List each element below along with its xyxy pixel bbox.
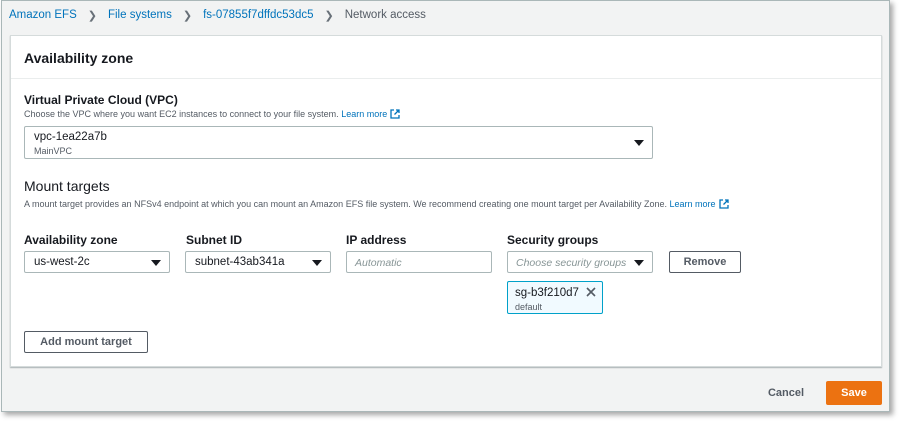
subnet-id-value: subnet-43ab341a — [195, 256, 285, 268]
cancel-button[interactable]: Cancel — [754, 381, 818, 405]
mount-targets-learn-more-label: Learn more — [669, 199, 716, 209]
vpc-label: Virtual Private Cloud (VPC) — [24, 93, 178, 107]
vpc-select-name: MainVPC — [34, 146, 73, 156]
chevron-right-icon: ❯ — [324, 9, 334, 22]
mount-targets-description: A mount target provides an NFSv4 endpoin… — [24, 199, 729, 209]
window-frame: Amazon EFS ❯ File systems ❯ fs-07855f7df… — [1, 0, 890, 412]
chevron-right-icon: ❯ — [87, 9, 97, 22]
security-group-token-description: default — [515, 302, 543, 312]
vpc-description-text: Choose the VPC where you want EC2 instan… — [24, 109, 339, 119]
breadcrumb-current: Network access — [344, 9, 426, 21]
remove-button[interactable]: Remove — [669, 251, 741, 273]
column-availability-zone: Availability zone — [24, 233, 118, 247]
availability-zone-value: us-west-2c — [34, 256, 90, 268]
ip-address-placeholder: Automatic — [355, 257, 402, 269]
add-mount-target-button[interactable]: Add mount target — [24, 331, 148, 353]
mount-targets-description-text: A mount target provides an NFSv4 endpoin… — [24, 199, 668, 209]
vpc-description: Choose the VPC where you want EC2 instan… — [24, 109, 400, 119]
caret-down-icon — [312, 260, 322, 266]
save-button[interactable]: Save — [826, 381, 882, 405]
caret-down-icon — [634, 140, 644, 146]
availability-zone-panel: Availability zone Virtual Private Cloud … — [10, 35, 882, 367]
caret-down-icon — [634, 260, 644, 266]
security-group-token: sg-b3f210d7 default — [507, 281, 603, 314]
vpc-select[interactable]: vpc-1ea22a7b MainVPC — [24, 126, 653, 159]
breadcrumb-amazon-efs[interactable]: Amazon EFS — [9, 9, 77, 21]
chevron-right-icon: ❯ — [182, 9, 193, 22]
external-link-icon — [718, 199, 729, 209]
breadcrumb-file-system-id[interactable]: fs-07855f7dffdc53dc5 — [203, 9, 313, 21]
close-icon[interactable] — [585, 286, 597, 298]
column-subnet-id: Subnet ID — [186, 233, 242, 247]
security-group-token-name: sg-b3f210d7 — [515, 287, 579, 299]
mount-targets-title: Mount targets — [24, 178, 110, 194]
column-ip-address: IP address — [346, 233, 407, 247]
column-security-groups: Security groups — [507, 233, 599, 247]
breadcrumb-file-systems[interactable]: File systems — [108, 9, 172, 21]
external-link-icon — [390, 109, 400, 119]
vpc-select-value: vpc-1ea22a7b — [34, 131, 107, 143]
mount-targets-learn-more-link[interactable]: Learn more — [670, 199, 729, 209]
vpc-learn-more-link[interactable]: Learn more — [341, 109, 400, 119]
caret-down-icon — [151, 260, 161, 266]
panel-title: Availability zone — [11, 36, 881, 79]
availability-zone-select[interactable]: us-west-2c — [24, 251, 170, 273]
security-groups-placeholder: Choose security groups — [516, 257, 627, 269]
vpc-learn-more-label: Learn more — [341, 109, 388, 119]
security-groups-select[interactable]: Choose security groups — [507, 251, 653, 273]
subnet-id-select[interactable]: subnet-43ab341a — [185, 251, 331, 273]
ip-address-input[interactable]: Automatic — [346, 251, 492, 273]
breadcrumb: Amazon EFS ❯ File systems ❯ fs-07855f7df… — [9, 8, 426, 22]
